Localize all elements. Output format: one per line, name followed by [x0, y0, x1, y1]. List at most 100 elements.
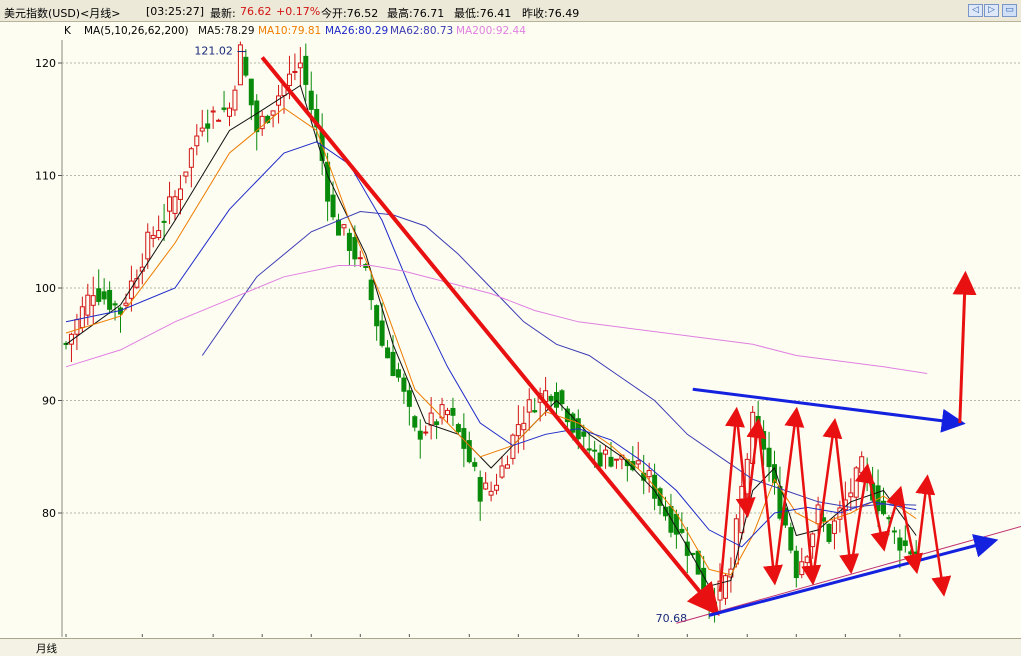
candle-body — [177, 188, 183, 200]
candle-body — [325, 161, 331, 202]
candle-body — [85, 294, 91, 316]
candle-body — [341, 224, 347, 229]
candle-body — [156, 230, 162, 239]
peak-label: 121.02 — [194, 45, 233, 58]
candle-body — [886, 517, 892, 520]
candle-body — [603, 449, 609, 455]
y-tick-label: 80 — [42, 507, 56, 520]
candle-body — [270, 110, 276, 116]
candle-body — [248, 78, 254, 106]
candle-body — [401, 377, 407, 392]
candle-body — [210, 110, 216, 113]
candle-body — [472, 462, 478, 467]
candle-body — [417, 430, 423, 440]
candle-body — [739, 485, 745, 534]
candle-body — [221, 107, 227, 110]
candle-body — [205, 123, 211, 129]
candle-body — [357, 257, 363, 260]
candle-body — [123, 302, 129, 306]
candle-body — [766, 447, 772, 468]
candle-body — [183, 171, 189, 177]
candle-body — [303, 55, 309, 85]
candle-body — [79, 306, 85, 328]
candle-body — [96, 288, 102, 302]
candle-body — [423, 431, 429, 434]
y-tick-label: 90 — [42, 395, 56, 408]
candle-body — [477, 477, 483, 502]
candle-body — [793, 550, 799, 579]
candle-body — [336, 219, 341, 236]
candle-body — [352, 236, 358, 260]
candle-body — [297, 62, 303, 69]
candle-body — [788, 527, 794, 551]
candle-body — [613, 458, 619, 461]
y-tick-label: 110 — [35, 170, 56, 183]
candle-body — [412, 416, 418, 428]
candle-body — [859, 456, 865, 474]
candle-body — [679, 528, 685, 533]
candle-body — [515, 424, 521, 437]
candle-body — [488, 490, 494, 496]
candle-body — [826, 523, 832, 542]
candle-body — [701, 567, 707, 594]
candle-body — [292, 70, 298, 73]
candle-body — [445, 409, 450, 416]
candle-body — [188, 148, 194, 168]
candle-body — [597, 452, 603, 467]
candle-body — [504, 464, 510, 469]
candle-body — [406, 390, 412, 407]
candle-body — [194, 135, 200, 147]
candle-body — [526, 399, 532, 413]
candle-body — [799, 561, 805, 576]
candle-body — [902, 540, 908, 546]
candle-body — [161, 220, 167, 223]
y-tick-label: 120 — [35, 57, 56, 70]
candle-body — [559, 390, 565, 405]
candle-body — [853, 467, 859, 498]
candle-body — [379, 320, 385, 346]
candle-body — [635, 460, 641, 465]
candle-body — [145, 231, 151, 260]
candle-body — [722, 575, 728, 599]
candle-body — [434, 421, 440, 426]
candle-body — [592, 449, 598, 452]
candle-body — [172, 196, 178, 214]
candle-body — [232, 89, 238, 111]
candle-body — [548, 395, 554, 402]
candle-body — [483, 482, 489, 490]
candle-body — [695, 550, 701, 575]
candle-body — [777, 486, 783, 519]
candle-body — [848, 492, 854, 498]
candle-body — [90, 295, 96, 306]
candle-body — [330, 194, 336, 218]
candle-body — [385, 347, 391, 359]
candle-body — [831, 520, 837, 534]
y-tick-label: 100 — [35, 282, 56, 295]
candle-body — [237, 44, 243, 86]
candle-body — [227, 107, 232, 117]
candle-body — [390, 351, 396, 377]
price-chart[interactable]: 8090100110120199901122000112001082002052… — [0, 0, 1021, 656]
candle-body — [74, 319, 80, 335]
candle-body — [308, 90, 314, 110]
candle-body — [532, 410, 538, 413]
candle-body — [107, 289, 113, 310]
candle-body — [521, 422, 527, 431]
candle-body — [891, 530, 897, 533]
candle-body — [368, 279, 374, 301]
candle-body — [428, 412, 434, 426]
candle-body — [216, 119, 222, 122]
candle-body — [286, 73, 292, 87]
candle-body — [494, 484, 500, 491]
candle-body — [586, 448, 592, 451]
candle-body — [101, 291, 107, 300]
period-label: 月线 — [36, 643, 57, 655]
candle-body — [167, 196, 173, 212]
candle-body — [199, 127, 205, 132]
candle-body — [804, 556, 810, 564]
candle-body — [581, 431, 587, 437]
candle-body — [450, 407, 456, 416]
candle-body — [499, 465, 505, 478]
candle-body — [810, 533, 816, 548]
candle-body — [395, 369, 401, 378]
